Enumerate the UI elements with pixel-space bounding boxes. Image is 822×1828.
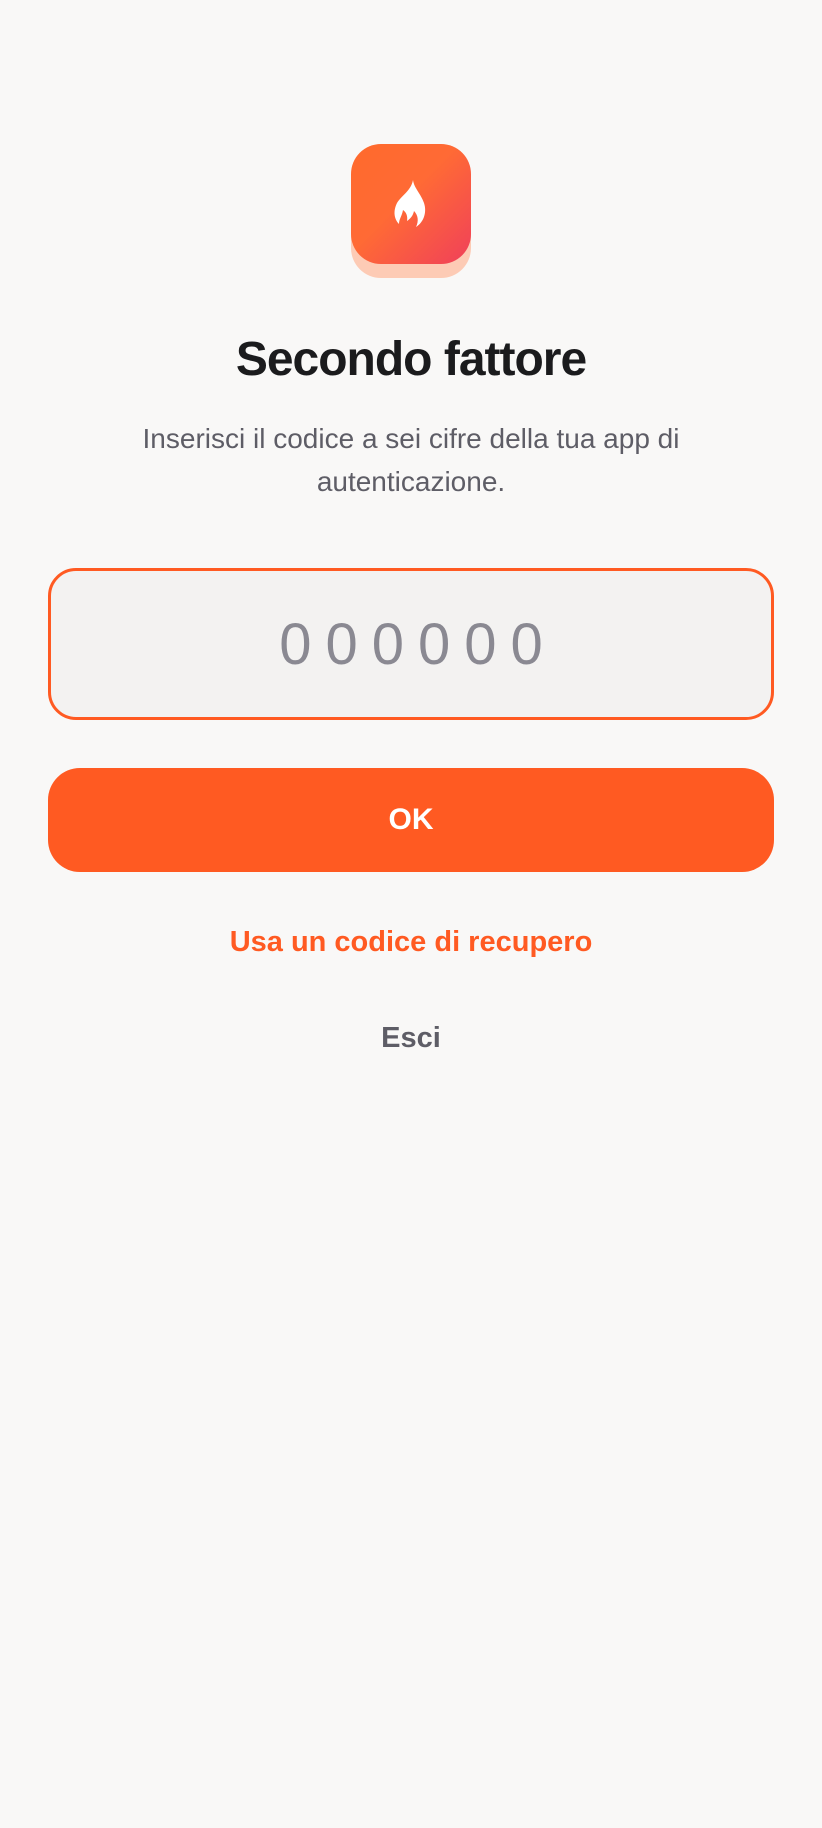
app-logo [351, 144, 471, 280]
otp-code-input[interactable] [48, 568, 774, 720]
page-title: Secondo fattore [235, 333, 587, 386]
flame-icon [394, 180, 426, 227]
exit-link[interactable]: Esci [0, 1018, 822, 1058]
use-recovery-code-link[interactable]: Usa un codice di recupero [0, 922, 822, 962]
logo-tile [351, 144, 471, 264]
two-factor-screen: Secondo fattore Inserisci il codice a se… [0, 0, 822, 1828]
ok-button[interactable]: OK [48, 768, 774, 872]
page-subtitle: Inserisci il codice a sei cifre della tu… [142, 423, 680, 497]
